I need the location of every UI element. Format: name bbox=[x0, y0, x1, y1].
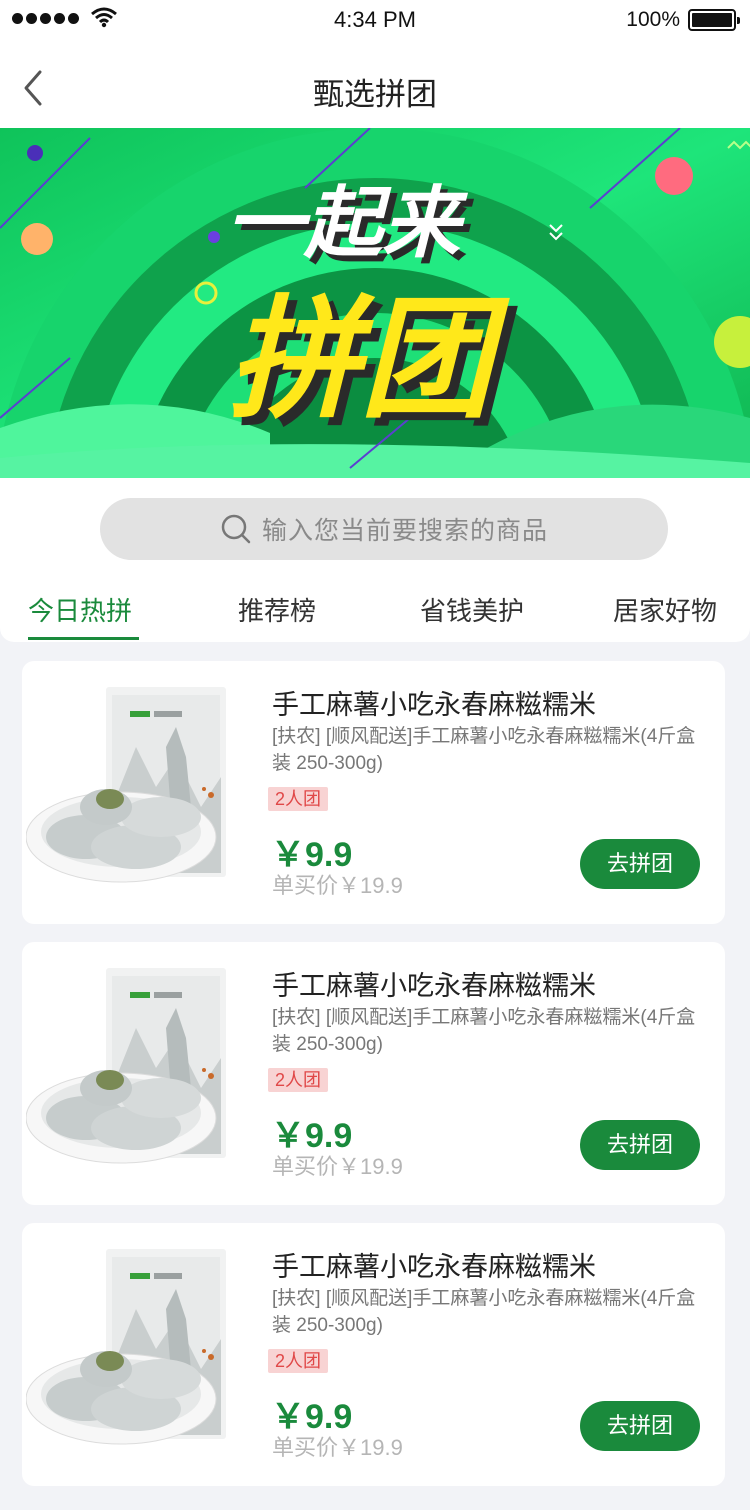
group-size-badge: 2人团 bbox=[268, 1068, 329, 1092]
product-image bbox=[26, 968, 226, 1164]
nav-bar: 甄选拼团 bbox=[0, 40, 750, 128]
tab-active-indicator bbox=[28, 637, 139, 640]
single-buy-price: 单买价￥19.9 bbox=[272, 873, 403, 898]
product-title: 手工麻薯小吃永春麻糍糯米 bbox=[272, 1252, 596, 1282]
tab-beauty[interactable]: 省钱美护 bbox=[420, 591, 524, 628]
search-icon bbox=[221, 514, 251, 544]
product-description: [扶农] [顺风配送]手工麻薯小吃永春麻糍糯米(4斤盒装 250-300g) bbox=[272, 1007, 696, 1055]
product-card[interactable]: 手工麻薯小吃永春麻糍糯米 [扶农] [顺风配送]手工麻薯小吃永春麻糍糯米(4斤盒… bbox=[22, 661, 725, 924]
status-bar: 4:34 PM 100% bbox=[0, 0, 750, 40]
search-input[interactable]: 输入您当前要搜索的商品 bbox=[100, 498, 668, 560]
single-buy-price: 单买价￥19.9 bbox=[272, 1154, 403, 1179]
product-image bbox=[26, 687, 226, 883]
battery-icon bbox=[688, 9, 740, 31]
product-card[interactable]: 手工麻薯小吃永春麻糍糯米 [扶农] [顺风配送]手工麻薯小吃永春麻糍糯米(4斤盒… bbox=[22, 942, 725, 1205]
join-group-button[interactable]: 去拼团 bbox=[580, 839, 700, 889]
product-description: [扶农] [顺风配送]手工麻薯小吃永春麻糍糯米(4斤盒装 250-300g) bbox=[272, 1288, 696, 1336]
banner-line1: 一起来 bbox=[226, 179, 469, 269]
product-title: 手工麻薯小吃永春麻糍糯米 bbox=[272, 690, 596, 720]
product-card[interactable]: 手工麻薯小吃永春麻糍糯米 [扶农] [顺风配送]手工麻薯小吃永春麻糍糯米(4斤盒… bbox=[22, 1223, 725, 1486]
product-image bbox=[26, 1249, 226, 1445]
tab-home-goods[interactable]: 居家好物 bbox=[613, 591, 717, 628]
group-size-badge: 2人团 bbox=[268, 1349, 329, 1373]
banner-line2: 拼团 bbox=[228, 283, 510, 437]
join-group-button[interactable]: 去拼团 bbox=[580, 1120, 700, 1170]
group-size-badge: 2人团 bbox=[268, 787, 329, 811]
product-description: [扶农] [顺风配送]手工麻薯小吃永春麻糍糯米(4斤盒装 250-300g) bbox=[272, 726, 696, 774]
product-title: 手工麻薯小吃永春麻糍糯米 bbox=[272, 971, 596, 1001]
join-group-button[interactable]: 去拼团 bbox=[580, 1401, 700, 1451]
tab-today-hot[interactable]: 今日热拼 bbox=[28, 591, 132, 628]
search-tabs-panel: 输入您当前要搜索的商品 今日热拼 推荐榜 省钱美护 居家好物 bbox=[0, 478, 750, 642]
page-title: 甄选拼团 bbox=[313, 77, 437, 112]
page: 4:34 PM 100% 甄选拼团 一起来 一起来 拼团 拼团 输入您当前要搜索… bbox=[0, 0, 750, 1510]
banner-artwork: 一起来 一起来 拼团 拼团 bbox=[0, 128, 750, 478]
battery-percent: 100% bbox=[626, 8, 680, 31]
tab-recommend[interactable]: 推荐榜 bbox=[238, 591, 316, 628]
search-placeholder: 输入您当前要搜索的商品 bbox=[261, 517, 548, 545]
promo-banner[interactable]: 一起来 一起来 拼团 拼团 bbox=[0, 128, 750, 478]
single-buy-price: 单买价￥19.9 bbox=[272, 1435, 403, 1460]
